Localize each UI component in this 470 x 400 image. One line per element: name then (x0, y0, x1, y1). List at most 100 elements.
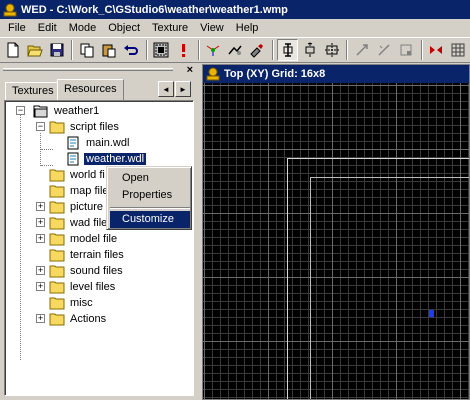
pane-close-button[interactable]: × (187, 64, 193, 76)
open-icon[interactable] (24, 39, 45, 61)
open-folder-icon (33, 105, 48, 118)
script-file-icon (67, 136, 79, 150)
tree-expander[interactable]: + (36, 234, 45, 243)
tree-item-misc[interactable]: misc (49, 295, 95, 311)
menu-view[interactable]: View (194, 19, 230, 37)
pane-tabs: Textures Resources ◄ ► (2, 78, 195, 100)
tree-item-terrain-files[interactable]: terrain files (49, 247, 126, 263)
menu-object[interactable]: Object (102, 19, 146, 37)
tree-expander[interactable]: − (16, 106, 25, 115)
tree-item-label: misc (70, 297, 93, 309)
folder-icon (49, 281, 65, 294)
vertex-move-icon[interactable] (351, 39, 372, 61)
tree-item-label: wad file (70, 217, 108, 229)
tree-item-level-files[interactable]: level files (49, 279, 117, 295)
menu-bar: File Edit Mode Object Texture View Help (0, 19, 470, 37)
tool-icon[interactable] (247, 39, 268, 61)
tree-item-main-wdl[interactable]: main.wdl (67, 135, 131, 151)
top-view-grid[interactable] (203, 83, 469, 399)
toolbar-separator (145, 40, 148, 60)
undo-icon[interactable] (120, 39, 141, 61)
level-outline-inner[interactable] (310, 177, 469, 399)
menu-mode[interactable]: Mode (63, 19, 103, 37)
folder-icon (49, 233, 65, 246)
tree-expander[interactable]: + (36, 202, 45, 211)
top-view-window: Top (XY) Grid: 16x8 (202, 64, 470, 400)
folder-icon (49, 313, 65, 326)
wed-view-icon[interactable] (206, 67, 220, 81)
pane-grip[interactable] (3, 68, 173, 71)
save-icon[interactable] (46, 39, 67, 61)
new-icon[interactable] (2, 39, 23, 61)
tree-item-script-files[interactable]: script files (49, 119, 121, 135)
mirror-icon[interactable] (426, 39, 447, 61)
tree-item-label: terrain files (70, 249, 124, 261)
tab-textures[interactable]: Textures (5, 82, 61, 100)
entity-marker[interactable] (429, 310, 434, 317)
context-menu-open[interactable]: Open (110, 170, 190, 187)
menu-texture[interactable]: Texture (146, 19, 194, 37)
tree-item-wad-files[interactable]: wad file (49, 215, 109, 231)
vertex-scale-icon[interactable] (396, 39, 417, 61)
tree-item-label: model file (70, 233, 118, 245)
toolbar-separator (272, 40, 275, 60)
paste-icon[interactable] (98, 39, 119, 61)
tree-item-label: main.wdl (86, 137, 130, 149)
menu-file[interactable]: File (2, 19, 32, 37)
tree-item-world-files[interactable]: world fi (49, 167, 107, 183)
folder-icon (49, 121, 65, 134)
wed-app-icon[interactable] (3, 3, 17, 17)
tree-line (20, 115, 21, 360)
folder-icon (49, 169, 65, 182)
tree-item-sound-files[interactable]: sound files (49, 263, 125, 279)
toolbar-separator (420, 40, 423, 60)
arrow-left-icon: ◄ (162, 84, 170, 94)
context-menu-separator (110, 207, 190, 209)
grid-major-line (203, 149, 469, 150)
grid-snap-icon[interactable] (448, 39, 469, 61)
tab-scroll-right-button[interactable]: ► (175, 81, 191, 97)
tree-item-label: sound files (70, 265, 123, 277)
object-move-icon[interactable] (277, 39, 299, 61)
script-file-icon (67, 152, 79, 166)
context-menu-properties[interactable]: Properties (110, 187, 190, 204)
copy-icon[interactable] (76, 39, 97, 61)
menu-help[interactable]: Help (230, 19, 265, 37)
tree-item-model-files[interactable]: model file (49, 231, 119, 247)
scene-icon[interactable] (203, 39, 224, 61)
tab-scroll-left-button[interactable]: ◄ (158, 81, 174, 97)
context-menu-customize[interactable]: Customize (110, 211, 190, 228)
view-title-bar: Top (XY) Grid: 16x8 (203, 65, 469, 83)
resource-tree[interactable]: weather1 − − script files main.wdl weath… (4, 100, 194, 396)
tree-expander[interactable]: − (36, 122, 45, 131)
tree-item-label: picture (70, 201, 104, 213)
tree-item-weather-wdl[interactable]: weather.wdl (67, 151, 148, 167)
folder-icon (49, 265, 65, 278)
run-icon[interactable] (173, 39, 194, 61)
toolbar-separator (346, 40, 349, 60)
resource-pane: × Textures Resources ◄ ► weather1 − − sc… (0, 64, 197, 400)
menu-edit[interactable]: Edit (32, 19, 63, 37)
object-scale-icon[interactable] (321, 39, 342, 61)
pane-header: × (0, 64, 197, 78)
tree-item-picture-files[interactable]: picture (49, 199, 105, 215)
tree-item-root[interactable]: weather1 (33, 103, 101, 119)
tree-expander[interactable]: + (36, 314, 45, 323)
tree-expander[interactable]: + (36, 266, 45, 275)
folder-icon (49, 217, 65, 230)
toolbar-separator (71, 40, 74, 60)
tree-item-label: weather.wdl (82, 152, 148, 166)
tree-line (41, 149, 53, 150)
camera-icon[interactable] (225, 39, 246, 61)
folder-icon (49, 185, 65, 198)
tree-item-label: world fi (70, 169, 105, 181)
vertex-rotate-icon[interactable] (374, 39, 395, 61)
tab-resources[interactable]: Resources (57, 79, 124, 100)
tree-item-map-files[interactable]: map file (49, 183, 111, 199)
tree-item-actions[interactable]: Actions (49, 311, 108, 327)
build-icon[interactable] (151, 39, 172, 61)
tree-expander[interactable]: + (36, 282, 45, 291)
object-rotate-icon[interactable] (299, 39, 320, 61)
tree-expander[interactable]: + (36, 218, 45, 227)
toolbar-separator (197, 40, 200, 60)
